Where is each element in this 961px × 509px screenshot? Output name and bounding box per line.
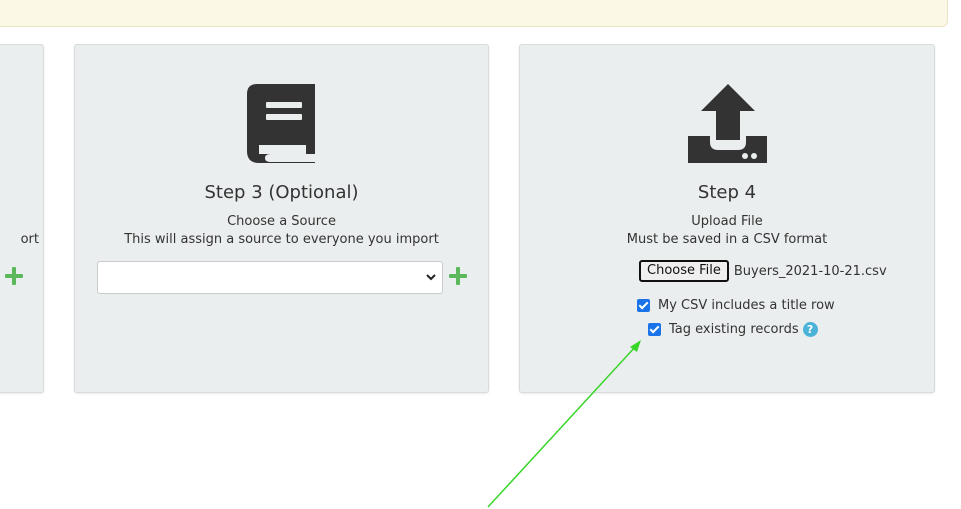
annotation-arrow — [487, 340, 641, 508]
